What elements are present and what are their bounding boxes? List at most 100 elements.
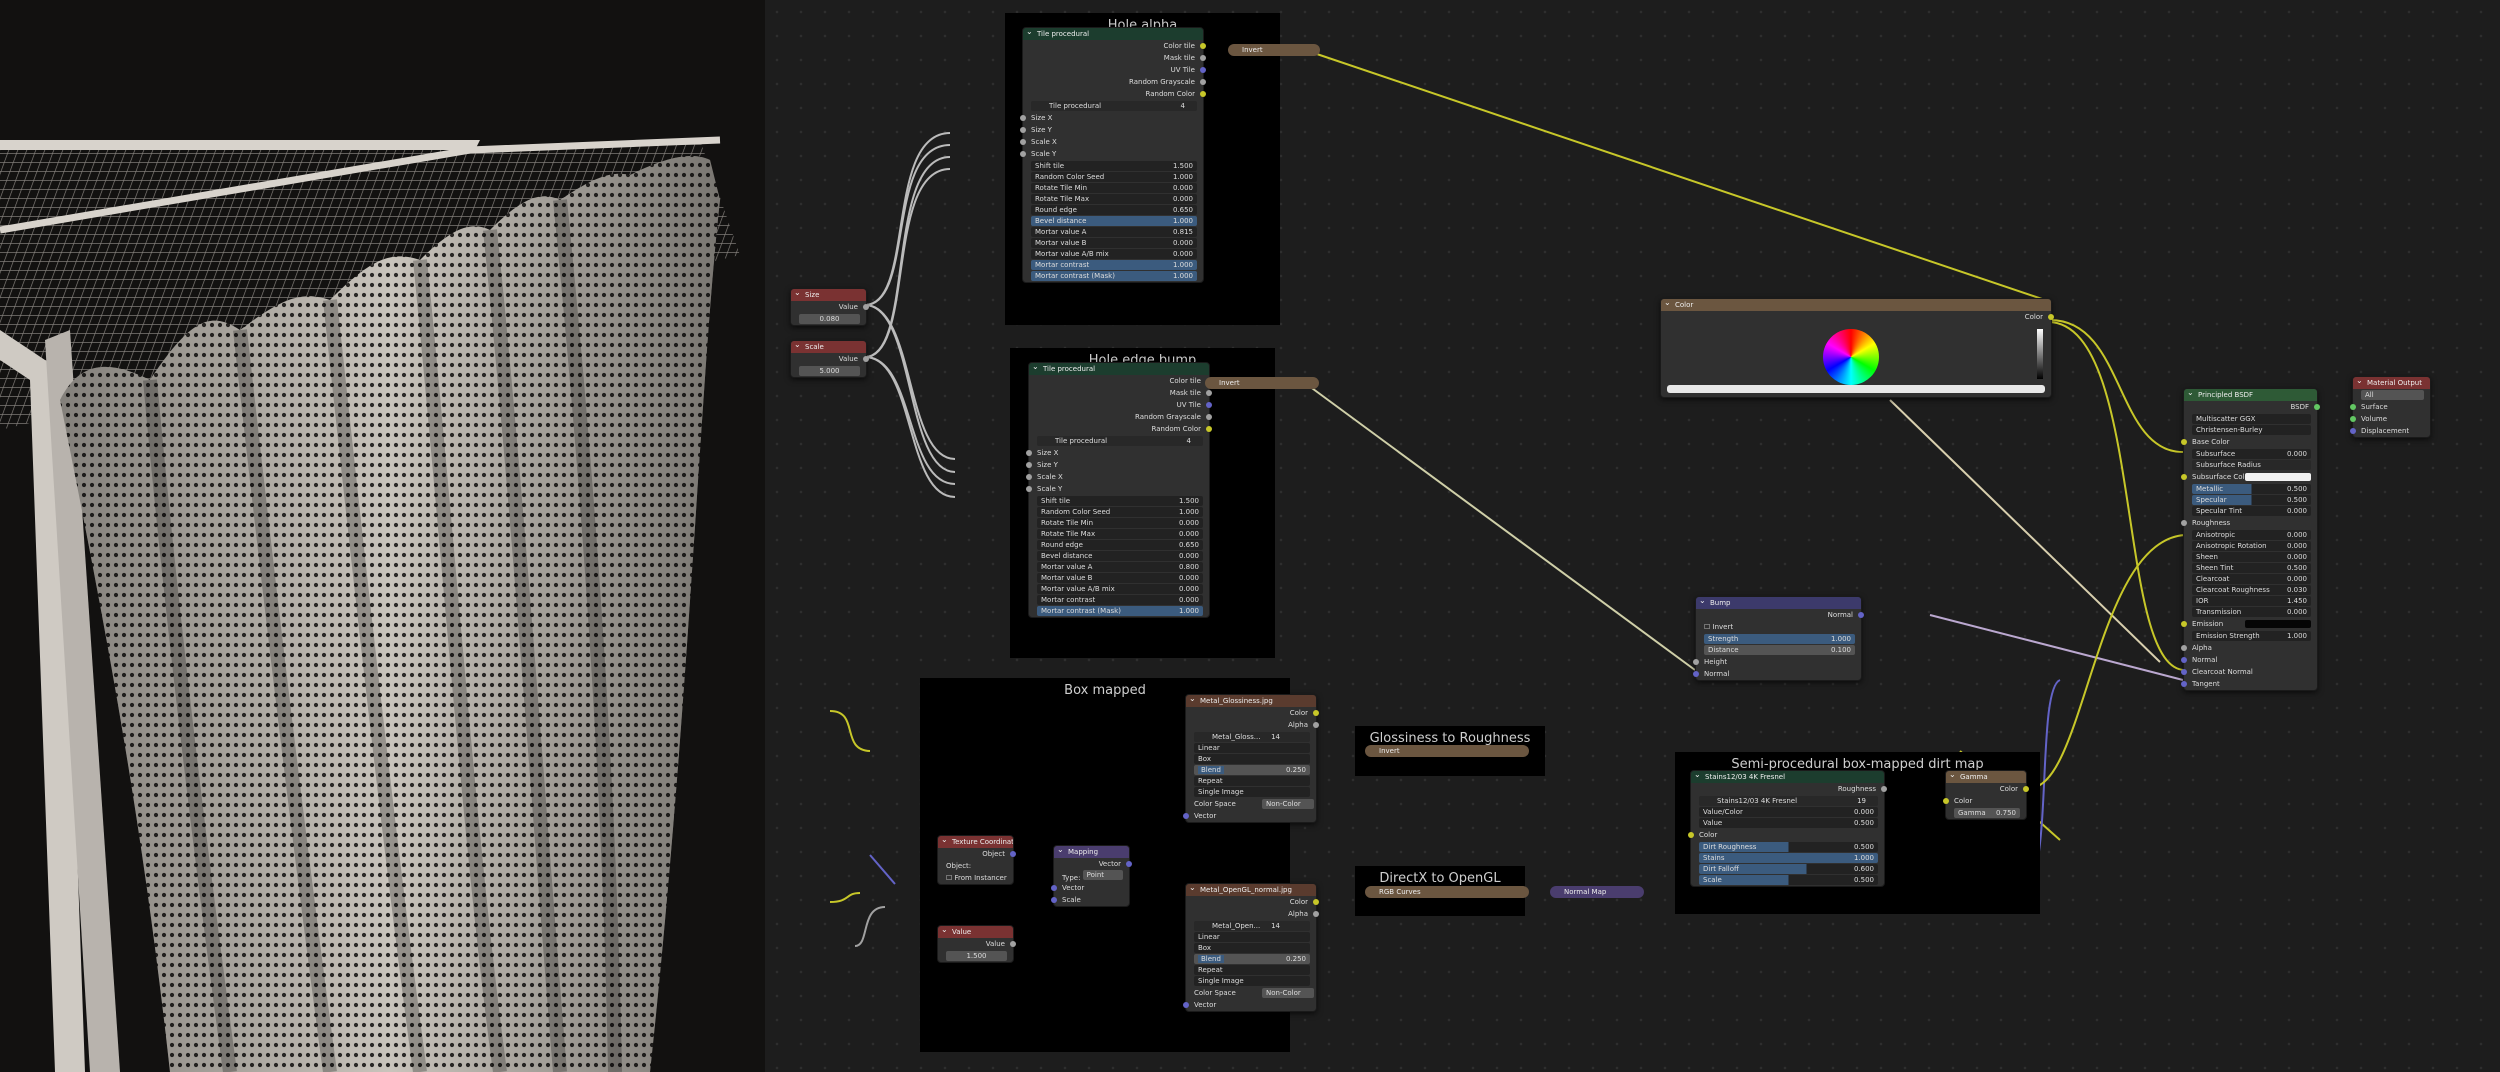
input-field[interactable]: Shift tile 1.500 — [1037, 496, 1203, 506]
emission-strength-field[interactable]: Emission Strength 1.000 — [2192, 631, 2311, 641]
socket[interactable] — [2181, 657, 2187, 663]
socket[interactable] — [1126, 861, 1132, 867]
input-field[interactable]: Mortar value A/B mix 0.000 — [1037, 584, 1203, 594]
rgb-curves-node[interactable]: RGB Curves — [1365, 886, 1529, 898]
shader-node-editor[interactable]: Hole alpha Hole edge bump Box mapped Glo… — [765, 0, 2500, 1072]
type-select[interactable]: Type: Point — [1054, 870, 1129, 882]
input-field[interactable]: Mortar value B 0.000 — [1037, 573, 1203, 583]
socket[interactable] — [1026, 474, 1032, 480]
input-field[interactable]: Dirt Roughness 0.500 — [1699, 842, 1878, 852]
node-group-selector[interactable]: Tile procedural 4 — [1031, 101, 1197, 111]
input-field[interactable]: Value/Color 0.000 — [1699, 807, 1878, 817]
source-select[interactable]: Single Image — [1194, 976, 1310, 986]
gamma-node[interactable]: Gamma Color Color Gamma0.750 — [1943, 770, 2029, 820]
node-header[interactable]: Scale — [791, 341, 866, 353]
image-texture-glossiness[interactable]: Metal_Glossiness.jpg Color Alpha Metal_Glos… — [1183, 694, 1319, 823]
node-header[interactable]: Value — [938, 926, 1013, 938]
input-field[interactable]: Specular Tint 0.000 — [2192, 506, 2311, 516]
socket[interactable] — [1313, 911, 1319, 917]
input-field[interactable]: Anisotropic Rotation 0.000 — [2192, 541, 2311, 551]
node-header[interactable]: Size — [791, 289, 866, 301]
socket[interactable] — [1010, 941, 1016, 947]
socket[interactable] — [2350, 416, 2356, 422]
color-swatch[interactable] — [2245, 473, 2311, 481]
node-header[interactable]: Color — [1661, 299, 2051, 311]
node-header[interactable]: Bump — [1696, 597, 1861, 609]
socket[interactable] — [1020, 115, 1026, 121]
color-swatch[interactable] — [2245, 620, 2311, 628]
input-field[interactable]: Mortar contrast 0.000 — [1037, 595, 1203, 605]
socket[interactable] — [1026, 450, 1032, 456]
input-field[interactable]: Mortar value A/B mix 0.000 — [1031, 249, 1197, 259]
socket[interactable] — [2181, 621, 2187, 627]
node-header[interactable]: Tile procedural — [1023, 28, 1203, 40]
bump-node[interactable]: Bump Normal ☐ Invert Strength1.000 Dista… — [1693, 596, 1864, 681]
blend-field[interactable]: Blend 0.250 — [1194, 954, 1310, 964]
projection-select[interactable]: Box — [1194, 943, 1310, 953]
distance-field[interactable]: Distance 0.100 — [1704, 645, 1855, 655]
socket[interactable] — [1943, 798, 1949, 804]
image-selector[interactable]: Metal_Gloss... 14 — [1194, 732, 1310, 742]
input-field[interactable]: Rotate Tile Min 0.000 — [1031, 183, 1197, 193]
input-field[interactable]: Subsurface 0.000 — [2192, 449, 2311, 459]
socket[interactable] — [2181, 681, 2187, 687]
scale-node[interactable]: Scale Value 5.000 — [790, 340, 869, 378]
blend-field[interactable]: Blend 0.250 — [1194, 765, 1310, 775]
socket[interactable] — [1026, 462, 1032, 468]
node-header[interactable]: Stains12/03 4K Fresnel — [1691, 771, 1884, 783]
socket[interactable] — [2048, 314, 2054, 320]
input-field[interactable]: Mortar contrast 1.000 — [1031, 260, 1197, 270]
socket[interactable] — [2181, 474, 2187, 480]
principled-bsdf-node[interactable]: Principled BSDF BSDF Multiscatter GGXChris… — [2181, 388, 2320, 691]
socket[interactable] — [1313, 722, 1319, 728]
texture-coordinate-node[interactable]: Texture Coordinate Object Object: ☐ From… — [937, 835, 1016, 885]
gamma-field[interactable]: Gamma 0.750 — [1954, 808, 2020, 818]
dirt-map-group-node[interactable]: Stains12/03 4K Fresnel Roughness Stains12/… — [1688, 770, 1887, 887]
object-field[interactable]: Object: — [938, 860, 1013, 872]
subsurface-method-select[interactable]: Christensen-Burley — [2192, 425, 2311, 435]
interpolation-select[interactable]: Linear — [1194, 932, 1310, 942]
input-field[interactable]: Clearcoat Roughness 0.030 — [2192, 585, 2311, 595]
socket[interactable] — [1051, 885, 1057, 891]
socket[interactable] — [2181, 669, 2187, 675]
input-field[interactable]: Scale 0.500 — [1699, 875, 1878, 885]
input-field[interactable]: Random Color Seed 1.000 — [1031, 172, 1197, 182]
socket[interactable] — [1026, 486, 1032, 492]
socket[interactable] — [863, 304, 869, 310]
socket[interactable] — [1206, 390, 1212, 396]
input-field[interactable]: Round edge 0.650 — [1037, 540, 1203, 550]
invert-node-bump[interactable]: Invert — [1205, 377, 1319, 389]
input-field[interactable]: Clearcoat 0.000 — [2192, 574, 2311, 584]
node-group-selector[interactable]: Stains12/03 4K Fresnel 19 — [1699, 796, 1878, 806]
socket[interactable] — [2181, 645, 2187, 651]
material-output-node[interactable]: Material Output All Surface Volume Displ… — [2350, 376, 2431, 438]
node-header[interactable]: Material Output — [2353, 377, 2430, 389]
extension-select[interactable]: Repeat — [1194, 965, 1310, 975]
invert-checkbox[interactable]: ☐ Invert — [1696, 621, 1861, 633]
node-header[interactable]: Mapping — [1054, 846, 1129, 858]
socket[interactable] — [1200, 43, 1206, 49]
socket[interactable] — [2181, 520, 2187, 526]
input-field[interactable]: Shift tile 1.500 — [1031, 161, 1197, 171]
input-field[interactable]: Mortar value A 0.815 — [1031, 227, 1197, 237]
input-field[interactable]: Dirt Falloff 0.600 — [1699, 864, 1878, 874]
invert-node-alpha[interactable]: Invert — [1228, 44, 1320, 56]
input-field[interactable]: Stains 1.000 — [1699, 853, 1878, 863]
socket[interactable] — [2181, 439, 2187, 445]
node-header[interactable]: Gamma — [1946, 771, 2026, 783]
input-field[interactable]: Rotate Tile Max 0.000 — [1031, 194, 1197, 204]
node-header[interactable]: Tile procedural — [1029, 363, 1209, 375]
socket[interactable] — [1693, 659, 1699, 665]
socket[interactable] — [1313, 710, 1319, 716]
input-field[interactable]: Value 0.500 — [1699, 818, 1878, 828]
socket[interactable] — [1020, 139, 1026, 145]
node-header[interactable]: Metal_OpenGL_normal.jpg — [1186, 884, 1316, 896]
input-field[interactable]: Random Color Seed 1.000 — [1037, 507, 1203, 517]
input-field[interactable]: Specular 0.500 — [2192, 495, 2311, 505]
socket[interactable] — [1206, 402, 1212, 408]
image-selector[interactable]: Metal_Open... 14 — [1194, 921, 1310, 931]
socket[interactable] — [1051, 897, 1057, 903]
socket[interactable] — [1200, 67, 1206, 73]
input-field[interactable]: Bevel distance 1.000 — [1031, 216, 1197, 226]
value-field[interactable]: 0.080 — [799, 314, 860, 324]
